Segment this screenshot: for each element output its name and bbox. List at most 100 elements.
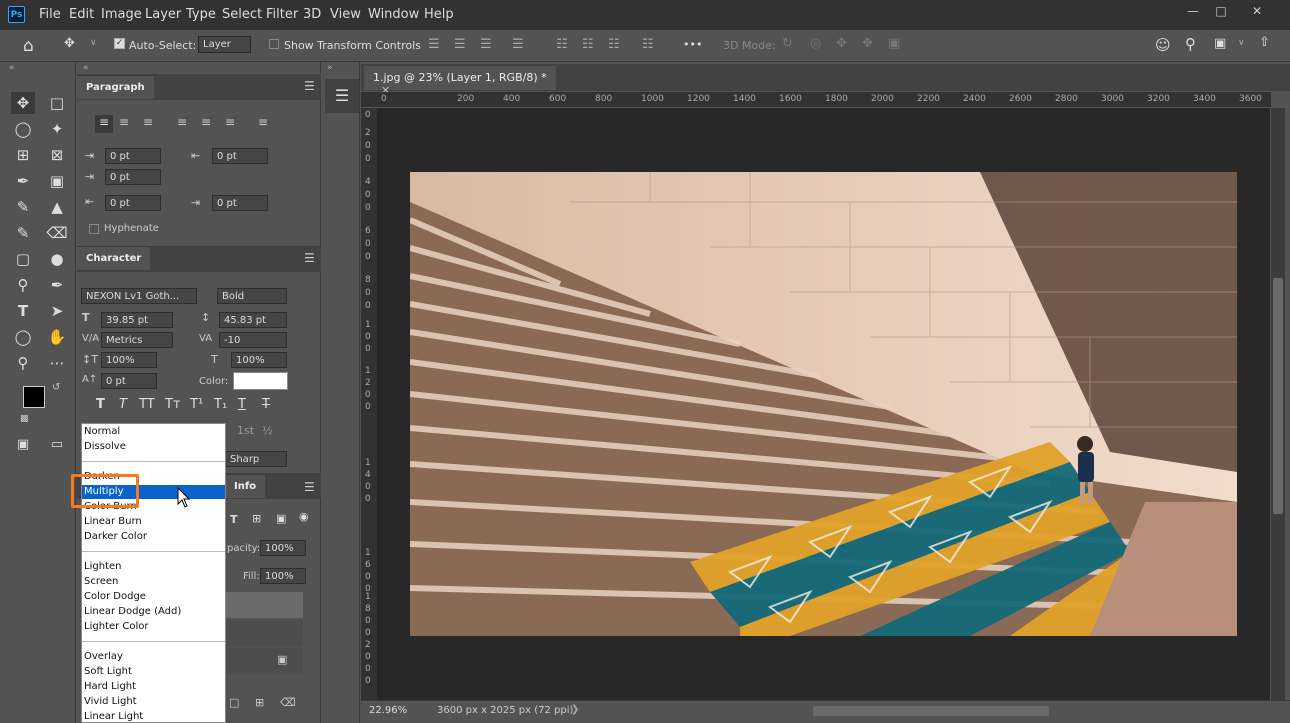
- marquee-tool-icon[interactable]: □: [45, 92, 69, 114]
- horizontal-scale-field[interactable]: 100%: [231, 352, 287, 368]
- home-icon[interactable]: ⌂: [23, 36, 34, 56]
- antialias-dropdown[interactable]: Sharp: [225, 451, 287, 467]
- align-middle-icon[interactable]: ☷: [582, 37, 594, 52]
- auto-select-target-dropdown[interactable]: Layer: [198, 36, 251, 53]
- 3d-orbit-icon[interactable]: ↻: [782, 36, 793, 51]
- distribute-icon[interactable]: ☰: [512, 37, 524, 52]
- menu-type[interactable]: Type: [186, 7, 216, 22]
- delete-layer-icon[interactable]: ⌫: [280, 696, 296, 709]
- indent-first-line-field[interactable]: 0 pt: [105, 169, 161, 185]
- document-canvas[interactable]: [377, 108, 1270, 700]
- align-left-text-icon[interactable]: ≡: [95, 115, 113, 133]
- foreground-color-swatch[interactable]: [23, 386, 45, 408]
- collapse-panels-icon[interactable]: «: [83, 63, 89, 73]
- filter-type-icon[interactable]: T: [230, 513, 238, 526]
- blend-mode-dropdown-list[interactable]: Normal Dissolve Darken Multiply Color Bu…: [81, 423, 226, 723]
- font-size-field[interactable]: 39.85 pt: [101, 312, 173, 328]
- learn-icon[interactable]: ☺: [1155, 36, 1171, 54]
- blend-option[interactable]: Linear Burn: [84, 516, 142, 527]
- justify-last-center-icon[interactable]: ≡: [201, 115, 211, 129]
- align-top-icon[interactable]: ☷: [556, 37, 568, 52]
- brush-tool-icon[interactable]: ✎: [11, 196, 35, 218]
- baseline-shift-field[interactable]: 0 pt: [101, 373, 157, 389]
- blend-option[interactable]: Overlay: [84, 651, 123, 662]
- status-expand-icon[interactable]: ❯: [571, 704, 579, 715]
- swap-colors-icon[interactable]: ↺: [52, 382, 60, 393]
- move-tool-icon[interactable]: ✥: [11, 92, 35, 114]
- tracking-dropdown[interactable]: -10: [219, 332, 287, 348]
- more-tools-icon[interactable]: ⋯: [45, 352, 69, 374]
- workspace-icon[interactable]: ▣: [1214, 36, 1226, 51]
- search-icon[interactable]: ⚲: [1185, 35, 1196, 53]
- frame-tool-icon[interactable]: ⊠: [45, 144, 69, 166]
- subscript-icon[interactable]: T₁: [214, 397, 227, 412]
- menu-select[interactable]: Select: [222, 7, 262, 22]
- fraction-icon[interactable]: ½: [262, 424, 273, 437]
- share-icon[interactable]: ⇧: [1259, 35, 1270, 50]
- blend-option[interactable]: Lighter Color: [84, 621, 149, 632]
- vertical-scale-field[interactable]: 100%: [101, 352, 157, 368]
- kerning-dropdown[interactable]: Metrics: [101, 332, 173, 348]
- auto-select-checkbox[interactable]: ✓: [114, 38, 125, 49]
- menu-layer[interactable]: Layer: [145, 7, 181, 22]
- center-text-icon[interactable]: ≡: [119, 115, 129, 129]
- tab-paragraph[interactable]: Paragraph: [77, 75, 154, 99]
- stamp-tool-icon[interactable]: ▲: [45, 196, 69, 218]
- eyedropper-icon[interactable]: ✒: [11, 170, 35, 192]
- superscript-icon[interactable]: T¹: [190, 397, 203, 412]
- menu-edit[interactable]: Edit: [69, 7, 94, 22]
- menu-filter[interactable]: Filter: [266, 7, 298, 22]
- maximize-icon[interactable]: □: [1209, 4, 1233, 20]
- scrollbar-thumb[interactable]: [1273, 278, 1283, 514]
- blend-option[interactable]: Normal: [84, 426, 120, 437]
- align-bottom-icon[interactable]: ☷: [608, 37, 620, 52]
- more-options-icon[interactable]: •••: [683, 38, 702, 51]
- pen-tool-icon[interactable]: ✒: [45, 274, 69, 296]
- show-transform-checkbox[interactable]: [269, 39, 279, 49]
- type-tool-icon[interactable]: T: [11, 300, 35, 322]
- ellipse-tool-icon[interactable]: ◯: [11, 326, 35, 348]
- quick-mask-icon[interactable]: ▣: [11, 434, 35, 456]
- align-left-icon[interactable]: ☰: [428, 37, 440, 52]
- opacity-field[interactable]: 100%: [260, 540, 306, 556]
- new-layer-icon[interactable]: ⊞: [255, 696, 264, 709]
- justify-last-right-icon[interactable]: ≡: [225, 115, 235, 129]
- menu-file[interactable]: File: [39, 7, 61, 22]
- indent-left-field[interactable]: 0 pt: [105, 148, 161, 164]
- justify-all-icon[interactable]: ≡: [258, 115, 268, 129]
- filter-shape-icon[interactable]: ⊞: [252, 512, 261, 525]
- zoom-tool-icon[interactable]: ⚲: [11, 352, 35, 374]
- layer-row-background[interactable]: [225, 648, 303, 674]
- align-right-icon[interactable]: ☰: [480, 37, 492, 52]
- leading-field[interactable]: 45.83 pt: [219, 312, 287, 328]
- all-caps-icon[interactable]: TT: [139, 397, 155, 412]
- document-tab[interactable]: 1.jpg @ 23% (Layer 1, RGB/8) * ✕: [364, 66, 556, 97]
- align-center-icon[interactable]: ☰: [454, 37, 466, 52]
- font-family-dropdown[interactable]: NEXON Lv1 Goth...: [81, 288, 197, 304]
- move-tool-icon[interactable]: ✥: [64, 36, 75, 51]
- paragraph-panel-menu-icon[interactable]: ☰: [304, 79, 315, 93]
- magic-wand-icon[interactable]: ✦: [45, 118, 69, 140]
- layer-row-selected[interactable]: [225, 592, 303, 618]
- blend-option[interactable]: Screen: [84, 576, 118, 587]
- 3d-camera-icon[interactable]: ▣: [888, 36, 900, 51]
- gradient-tool-icon[interactable]: ▢: [11, 248, 35, 270]
- fill-field[interactable]: 100%: [260, 568, 306, 584]
- blend-option[interactable]: Dissolve: [84, 441, 126, 452]
- filter-toggle-icon[interactable]: ◉: [299, 510, 309, 523]
- character-panel-menu-icon[interactable]: ☰: [304, 251, 315, 265]
- 3d-pan-icon[interactable]: ✥: [836, 36, 847, 51]
- blend-option[interactable]: Hard Light: [84, 681, 136, 692]
- workspace-chevron-icon[interactable]: ∨: [1238, 38, 1245, 48]
- 3d-slide-icon[interactable]: ✥: [862, 36, 873, 51]
- small-caps-icon[interactable]: Tᴛ: [165, 397, 181, 412]
- blend-option[interactable]: Vivid Light: [84, 696, 137, 707]
- dodge-tool-icon[interactable]: ⚲: [11, 274, 35, 296]
- layer-row[interactable]: [225, 620, 303, 646]
- distribute-vertical-icon[interactable]: ☷: [642, 37, 654, 52]
- history-brush-icon[interactable]: ✎: [11, 222, 35, 244]
- blend-option[interactable]: Color Dodge: [84, 591, 146, 602]
- blend-option[interactable]: Lighten: [84, 561, 121, 572]
- font-style-dropdown[interactable]: Bold: [217, 288, 287, 304]
- indent-right-field[interactable]: 0 pt: [212, 148, 268, 164]
